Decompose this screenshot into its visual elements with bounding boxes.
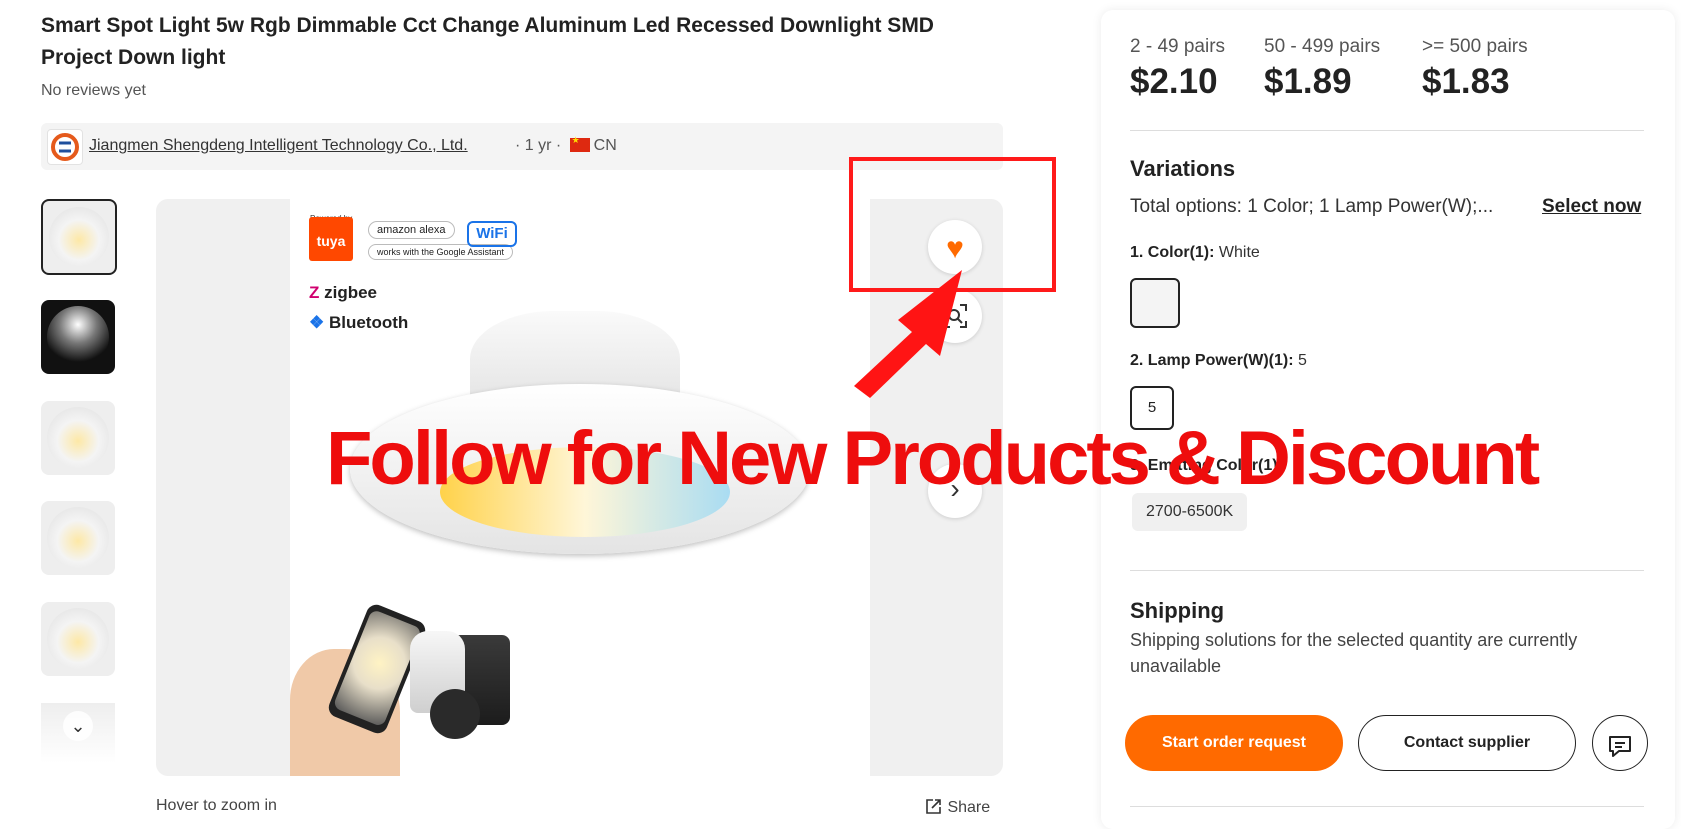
thumbnail-image (47, 608, 109, 670)
bluetooth-label: Bluetooth (328, 313, 409, 332)
divider (1130, 570, 1644, 571)
thumbnail-image (49, 207, 109, 267)
tier-quantity: 2 - 49 pairs (1130, 36, 1226, 57)
thumbnail-2[interactable] (41, 300, 115, 374)
thumbnail-image (47, 507, 109, 569)
supplier-meta: · 1 yr · CN (515, 135, 617, 155)
color-value: White (1218, 244, 1260, 261)
bluetooth-badge: ❖ Bluetooth (309, 313, 409, 332)
shipping-title: Shipping (1130, 598, 1225, 623)
select-now-link[interactable]: Select now (1542, 196, 1641, 218)
thumbnail-5[interactable] (41, 602, 115, 676)
price-tier-2: 50 - 499 pairs $1.89 (1264, 36, 1380, 102)
share-icon (926, 799, 941, 814)
power-label: 2. Lamp Power(W)(1): (1130, 352, 1294, 369)
zigbee-label: zigbee (324, 283, 378, 302)
start-order-button[interactable]: Start order request (1125, 715, 1343, 771)
color-label: 1. Color(1): (1130, 244, 1215, 261)
thumbnail-image (47, 407, 109, 469)
supplier-name-link[interactable]: Jiangmen Shengdeng Intelligent Technolog… (89, 137, 468, 155)
tier-price: $1.89 (1264, 62, 1352, 101)
alexa-badge: amazon alexa (368, 221, 455, 239)
tuya-logo: tuya (309, 217, 353, 261)
variations-title: Variations (1130, 156, 1236, 181)
price-tier-3: >= 500 pairs $1.83 (1422, 36, 1528, 102)
hover-zoom-hint: Hover to zoom in (156, 797, 277, 814)
china-flag-icon (569, 135, 590, 152)
contact-supplier-button[interactable]: Contact supplier (1358, 715, 1576, 771)
power-value: 5 (1298, 352, 1307, 369)
smart-speaker-round (430, 689, 480, 739)
red-arrow-icon (854, 270, 962, 398)
supplier-country: CN (593, 137, 617, 154)
thumbnail-1[interactable] (41, 199, 117, 275)
share-button[interactable]: Share (925, 797, 990, 817)
reviews-count[interactable]: No reviews yet (41, 82, 146, 100)
shipping-message: Shipping solutions for the selected quan… (1130, 630, 1578, 676)
divider (1130, 130, 1644, 131)
tier-price: $2.10 (1130, 62, 1218, 101)
supplier-years: · 1 yr · (515, 137, 562, 154)
share-label: Share (947, 799, 991, 816)
thumbnail-6[interactable]: ⌄ (41, 703, 115, 763)
color-swatch-white[interactable] (1130, 278, 1180, 328)
promo-overlay-text: Follow for New Products & Discount (326, 416, 1540, 501)
thumbnail-4[interactable] (41, 501, 115, 575)
tier-price: $1.83 (1422, 62, 1510, 101)
color-option-label: 1. Color(1): White (1130, 244, 1260, 262)
wifi-badge: WiFi (467, 221, 517, 247)
zigbee-badge: Z zigbee (309, 283, 378, 302)
variations-summary: Total options: 1 Color; 1 Lamp Power(W);… (1130, 196, 1494, 217)
divider (1130, 806, 1644, 807)
product-title: Smart Spot Light 5w Rgb Dimmable Cct Cha… (41, 14, 934, 69)
price-tier-1: 2 - 49 pairs $2.10 (1130, 36, 1225, 102)
power-option-label: 2. Lamp Power(W)(1): 5 (1130, 352, 1307, 370)
tier-quantity: >= 500 pairs (1422, 36, 1528, 57)
chat-icon (1609, 735, 1631, 757)
supplier-logo[interactable] (47, 129, 83, 165)
chevron-down-icon[interactable]: ⌄ (63, 711, 93, 741)
chat-button[interactable] (1592, 715, 1648, 771)
tier-quantity: 50 - 499 pairs (1264, 36, 1381, 57)
thumbnail-image (47, 306, 109, 368)
thumbnail-3[interactable] (41, 401, 115, 475)
